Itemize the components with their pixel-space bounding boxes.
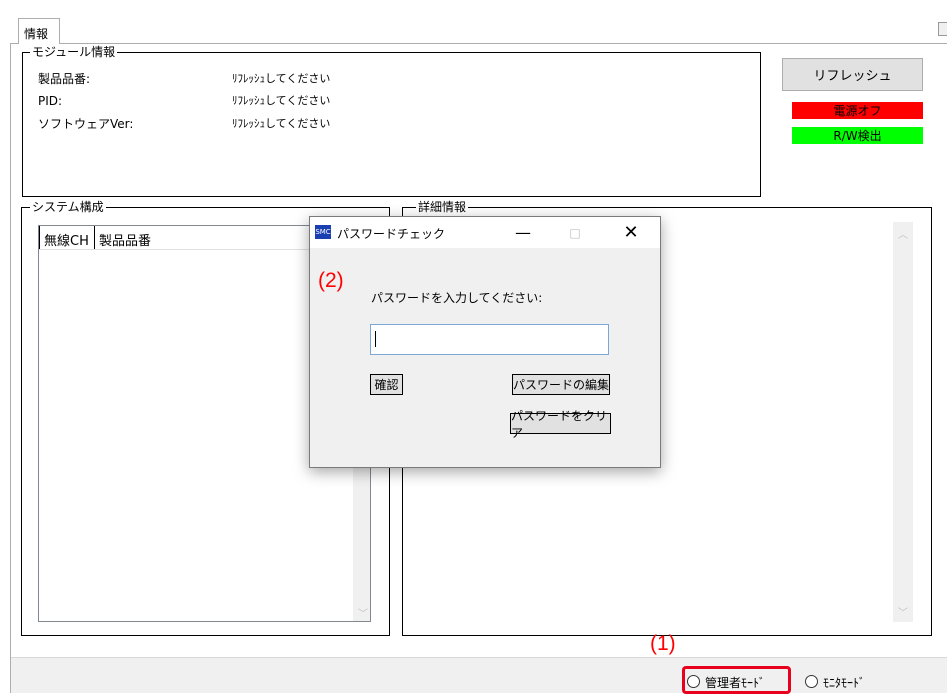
column-header-product[interactable]: 製品品番 [95, 226, 295, 249]
password-dialog: SMC パスワードチェック — □ ✕ (2) パスワードを入力してください: … [309, 216, 661, 468]
scroll-down-icon[interactable]: ﹀ [893, 602, 913, 620]
pid-value: ﾘﾌﾚｯｼｭしてください [232, 94, 331, 107]
app-logo-icon: SMC [315, 225, 331, 239]
maximize-icon: □ [569, 225, 581, 240]
tab-info[interactable]: 情報 [18, 18, 60, 44]
system-config-title: システム構成 [30, 200, 106, 214]
admin-mode-label[interactable]: 管理者ﾓｰﾄﾞ [705, 674, 765, 691]
rw-status-indicator: R/W検出 [792, 127, 923, 144]
pid-label: PID: [38, 94, 63, 108]
software-ver-label: ソフトウェアVer: [38, 117, 134, 131]
close-icon[interactable]: ✕ [608, 217, 654, 248]
power-status-indicator: 電源オフ [792, 102, 923, 119]
tab-info-label: 情報 [24, 27, 49, 41]
scroll-up-icon[interactable]: ︿ [893, 224, 913, 242]
text-caret [375, 331, 376, 347]
module-info-title: モジュール情報 [30, 45, 118, 59]
column-header-channel[interactable]: 無線CH [39, 226, 95, 249]
dialog-title: パスワードチェック [337, 227, 446, 241]
product-number-value: ﾘﾌﾚｯｼｭしてください [232, 72, 331, 85]
confirm-button[interactable]: 確認 [370, 374, 403, 395]
window-edge-button [938, 22, 947, 36]
password-input[interactable] [370, 324, 609, 355]
annotation-step-2: (2) [318, 269, 344, 292]
software-ver-value: ﾘﾌﾚｯｼｭしてください [232, 117, 331, 130]
edit-password-button[interactable]: パスワードの編集 [512, 374, 610, 395]
product-number-label: 製品品番: [38, 72, 91, 86]
admin-mode-radio[interactable] [687, 675, 700, 688]
detail-scrollbar[interactable]: ︿ ﹀ [893, 222, 913, 622]
minimize-icon[interactable]: — [500, 217, 546, 248]
detail-title: 詳細情報 [416, 200, 469, 214]
password-prompt: パスワードを入力してください: [371, 291, 543, 305]
dialog-titlebar[interactable]: SMC パスワードチェック — □ ✕ [310, 217, 660, 248]
monitor-mode-label[interactable]: ﾓﾆﾀﾓｰﾄﾞ [823, 674, 865, 691]
monitor-mode-radio[interactable] [805, 675, 818, 688]
refresh-button[interactable]: リフレッシュ [782, 58, 923, 91]
annotation-step-1: (1) [650, 632, 676, 655]
status-strip [11, 657, 947, 693]
scroll-down-icon[interactable]: ﹀ [353, 603, 373, 621]
clear-password-button[interactable]: パスワードをクリア [510, 409, 611, 440]
